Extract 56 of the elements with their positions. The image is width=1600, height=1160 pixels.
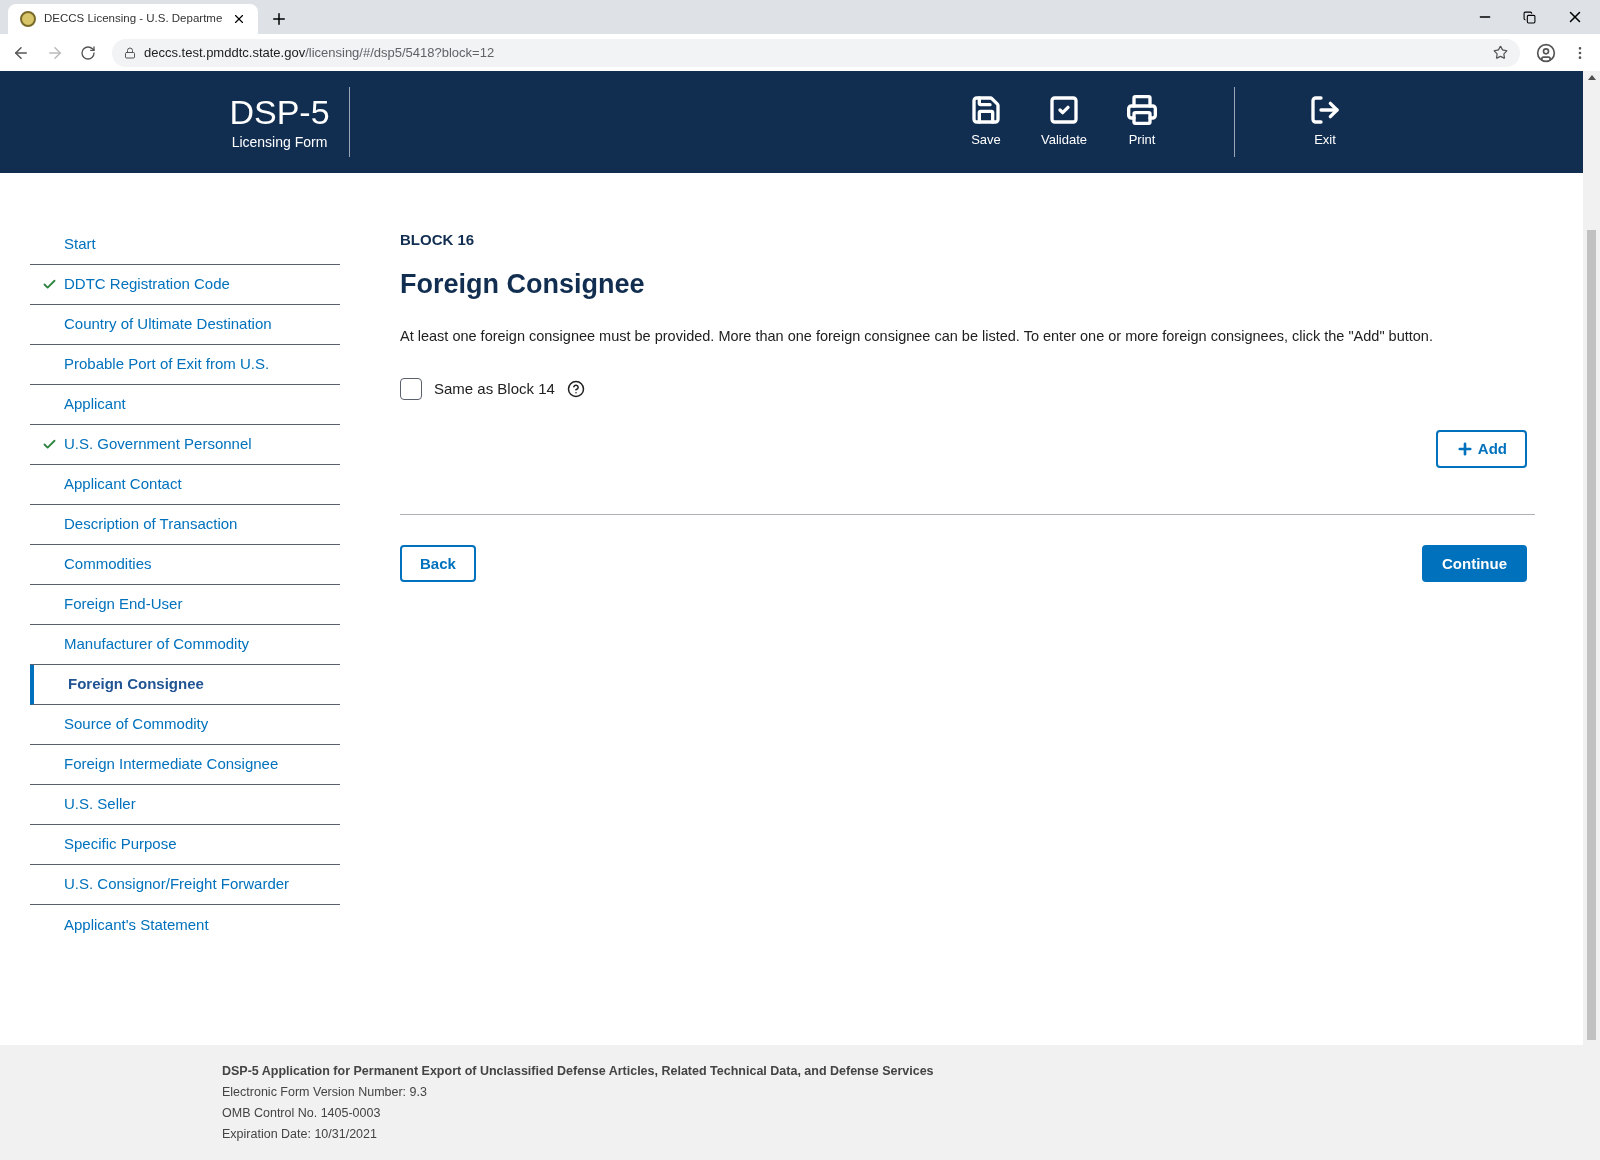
sidebar-item[interactable]: Country of Ultimate Destination bbox=[30, 305, 340, 345]
form-subtitle: Licensing Form bbox=[231, 132, 328, 152]
form-title: DSP-5 bbox=[229, 91, 330, 132]
sidebar-item[interactable]: Probable Port of Exit from U.S. bbox=[30, 345, 340, 385]
page-heading: Foreign Consignee bbox=[400, 267, 646, 301]
browser-tab[interactable]: DECCS Licensing - U.S. Departme bbox=[8, 4, 258, 34]
seal-icon bbox=[20, 11, 36, 27]
footer-text: OMB Control No. 1405-0003 bbox=[222, 1105, 382, 1122]
sidebar-item[interactable]: Applicant's Statement bbox=[30, 905, 340, 945]
check-icon bbox=[42, 437, 57, 452]
sidebar-item[interactable]: Start bbox=[30, 225, 340, 265]
save-button[interactable]: Save bbox=[958, 94, 1014, 150]
print-icon bbox=[1126, 94, 1158, 127]
check-icon bbox=[42, 277, 57, 292]
validate-icon bbox=[1048, 94, 1080, 127]
save-icon bbox=[970, 94, 1002, 127]
sidebar-item[interactable]: Applicant Contact bbox=[30, 465, 340, 505]
sidebar-item[interactable]: Specific Purpose bbox=[30, 825, 340, 865]
sidebar-item[interactable]: U.S. Government Personnel bbox=[30, 425, 340, 465]
sidebar-item[interactable]: Foreign Consignee bbox=[30, 665, 340, 705]
checkbox[interactable] bbox=[400, 378, 422, 400]
footer-text: Electronic Form Version Number: 9.3 bbox=[222, 1084, 428, 1101]
back-button[interactable]: Back bbox=[400, 545, 476, 583]
help-icon[interactable] bbox=[566, 380, 585, 398]
close-icon[interactable] bbox=[232, 12, 246, 26]
sidebar-item[interactable]: Commodities bbox=[30, 545, 340, 585]
bookmark-star-icon[interactable] bbox=[1493, 45, 1508, 60]
description-text: At least one foreign consignee must be provided. More than one foreign consignee can be listed. To enter one or more foreign consignees, click the "Add" button. bbox=[400, 327, 1434, 346]
sidebar-item[interactable]: Applicant bbox=[30, 385, 340, 425]
sidebar-item[interactable]: DDTC Registration Code bbox=[30, 265, 340, 305]
exit-button[interactable]: Exit bbox=[1297, 94, 1353, 150]
reload-icon[interactable] bbox=[80, 44, 96, 61]
sidebar-item[interactable]: U.S. Consignor/Freight Forwarder bbox=[30, 865, 340, 905]
validate-button[interactable]: Validate bbox=[1036, 94, 1092, 150]
profile-icon[interactable] bbox=[1536, 42, 1556, 63]
sidebar-item[interactable]: Source of Commodity bbox=[30, 705, 340, 745]
checkbox-label: Same as Block 14 bbox=[434, 378, 555, 399]
new-tab-icon[interactable] bbox=[270, 10, 288, 28]
restore-icon[interactable] bbox=[1523, 10, 1536, 24]
lock-icon bbox=[124, 46, 136, 59]
continue-button[interactable]: Continue bbox=[1422, 545, 1527, 583]
scrollbar[interactable] bbox=[1583, 71, 1600, 1160]
print-button[interactable]: Print bbox=[1114, 94, 1170, 150]
sidebar-item[interactable]: U.S. Seller bbox=[30, 785, 340, 825]
sidebar-item[interactable]: Foreign End-User bbox=[30, 585, 340, 625]
footer-text: Expiration Date: 10/31/2021 bbox=[222, 1126, 378, 1143]
add-button[interactable]: Add bbox=[1435, 430, 1527, 469]
sidebar-item[interactable]: Manufacturer of Commodity bbox=[30, 625, 340, 665]
sidebar-item[interactable]: Description of Transaction bbox=[30, 505, 340, 545]
block-label: BLOCK 16 bbox=[400, 230, 476, 250]
sidebar-item[interactable]: Foreign Intermediate Consignee bbox=[30, 745, 340, 785]
url-text: deccs.test.pmddtc.state.gov/licensing/#/dsp5/5418?block=12 bbox=[144, 43, 495, 62]
tab-title: DECCS Licensing - U.S. Departme bbox=[44, 11, 224, 27]
address-bar[interactable]: deccs.test.pmddtc.state.gov/licensing/#/dsp5/5418?block=12 bbox=[112, 38, 1520, 67]
footer-title: DSP-5 Application for Permanent Export of Unclassified Defense Articles, Related Technical Data, and Defense Services bbox=[222, 1063, 935, 1080]
exit-icon bbox=[1309, 94, 1341, 127]
